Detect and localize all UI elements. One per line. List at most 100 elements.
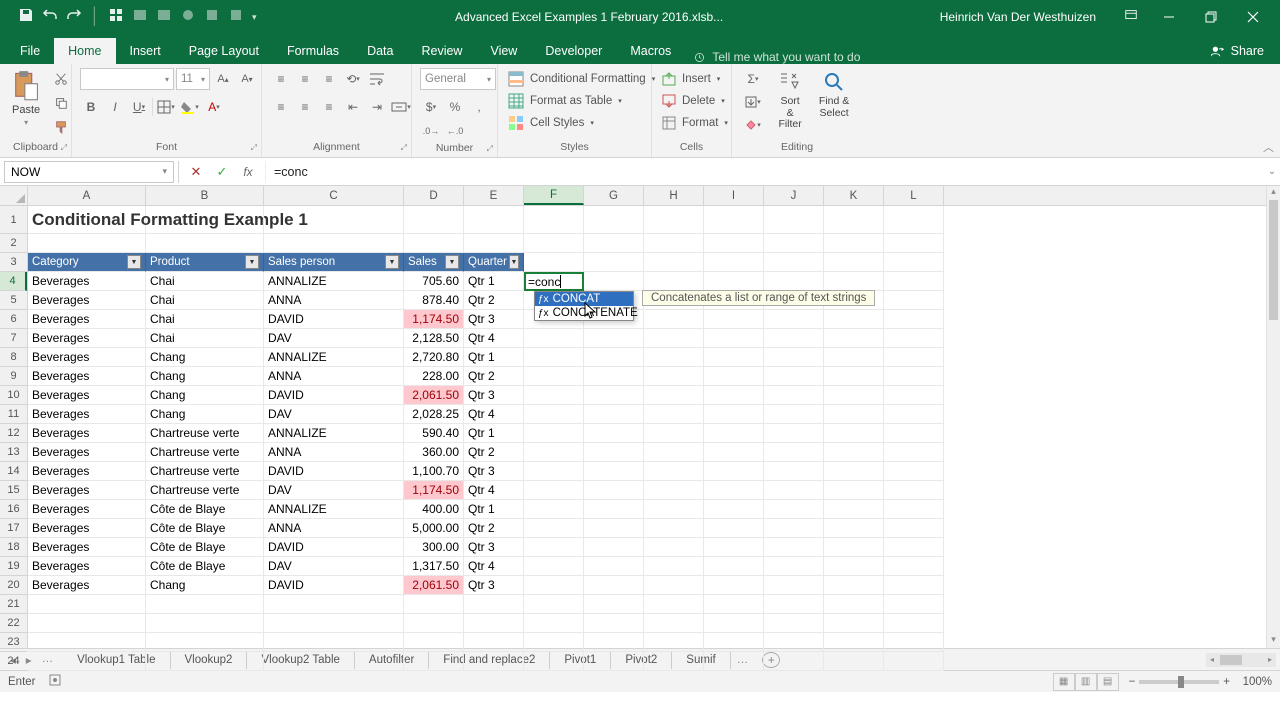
cell[interactable] bbox=[884, 405, 944, 424]
cell[interactable] bbox=[524, 500, 584, 519]
row-header-2[interactable]: 2 bbox=[0, 234, 27, 253]
align-bottom-button[interactable]: ≡ bbox=[318, 68, 340, 90]
horizontal-scrollbar[interactable]: ◂ ▸ bbox=[1206, 653, 1276, 667]
cell[interactable] bbox=[524, 424, 584, 443]
cell[interactable] bbox=[524, 348, 584, 367]
filter-dropdown-icon[interactable]: ▼ bbox=[127, 255, 141, 269]
cell[interactable]: 1,174.50 bbox=[404, 310, 464, 329]
row-header-11[interactable]: 11 bbox=[0, 405, 27, 424]
cell[interactable] bbox=[764, 595, 824, 614]
cell[interactable] bbox=[824, 348, 884, 367]
row-header-10[interactable]: 10 bbox=[0, 386, 27, 405]
cell[interactable]: Qtr 2 bbox=[464, 519, 524, 538]
format-as-table-button[interactable]: Format as Table ▾ bbox=[506, 90, 624, 111]
merge-center-button[interactable]: ▾ bbox=[390, 96, 412, 118]
cell[interactable] bbox=[584, 206, 644, 234]
row-header-13[interactable]: 13 bbox=[0, 443, 27, 462]
cell[interactable] bbox=[884, 424, 944, 443]
cell[interactable]: Beverages bbox=[28, 348, 146, 367]
fill-color-button[interactable]: ▾ bbox=[179, 96, 201, 118]
cell[interactable]: Chai bbox=[146, 329, 264, 348]
filter-dropdown-icon[interactable]: ▼ bbox=[385, 255, 399, 269]
cell[interactable] bbox=[464, 234, 524, 253]
cell[interactable] bbox=[884, 500, 944, 519]
worksheet-grid[interactable]: ABCDEFGHIJKL 123456789101112131415161718… bbox=[0, 186, 1280, 648]
cell[interactable] bbox=[524, 462, 584, 481]
cell[interactable] bbox=[824, 234, 884, 253]
cell[interactable] bbox=[584, 329, 644, 348]
cell[interactable]: DAVID bbox=[264, 462, 404, 481]
column-header-B[interactable]: B bbox=[146, 186, 264, 205]
qat-btn-icon[interactable] bbox=[180, 7, 196, 28]
cell[interactable]: Beverages bbox=[28, 462, 146, 481]
row-header-15[interactable]: 15 bbox=[0, 481, 27, 500]
cell[interactable]: Qtr 4 bbox=[464, 329, 524, 348]
format-cells-button[interactable]: Format ▾ bbox=[660, 112, 730, 133]
qat-btn-icon[interactable] bbox=[204, 7, 220, 28]
cell[interactable] bbox=[146, 633, 264, 652]
cell[interactable] bbox=[824, 500, 884, 519]
ribbon-tab-home[interactable]: Home bbox=[54, 38, 115, 64]
cell[interactable] bbox=[146, 614, 264, 633]
cell[interactable]: Beverages bbox=[28, 481, 146, 500]
cell[interactable] bbox=[704, 253, 764, 272]
cell[interactable] bbox=[264, 206, 404, 234]
cell[interactable] bbox=[884, 557, 944, 576]
cell[interactable]: DAVID bbox=[264, 310, 404, 329]
row-header-18[interactable]: 18 bbox=[0, 538, 27, 557]
cell[interactable] bbox=[884, 386, 944, 405]
ribbon-tab-developer[interactable]: Developer bbox=[531, 38, 616, 64]
cell[interactable] bbox=[584, 500, 644, 519]
cell[interactable]: Beverages bbox=[28, 500, 146, 519]
cell[interactable] bbox=[884, 633, 944, 652]
cell[interactable] bbox=[146, 595, 264, 614]
ribbon-display-icon[interactable] bbox=[1114, 8, 1148, 27]
dialog-launcher-icon[interactable]: ⤢ bbox=[251, 143, 257, 153]
cell[interactable] bbox=[824, 443, 884, 462]
cell[interactable] bbox=[584, 272, 644, 291]
cell[interactable] bbox=[644, 234, 704, 253]
cell[interactable]: DAV bbox=[264, 481, 404, 500]
cell[interactable]: 5,000.00 bbox=[404, 519, 464, 538]
column-header-D[interactable]: D bbox=[404, 186, 464, 205]
cell[interactable] bbox=[584, 367, 644, 386]
cell[interactable] bbox=[704, 538, 764, 557]
cell[interactable]: DAV bbox=[264, 557, 404, 576]
cell[interactable] bbox=[824, 519, 884, 538]
cell[interactable] bbox=[644, 386, 704, 405]
cell[interactable] bbox=[644, 272, 704, 291]
cell[interactable] bbox=[644, 253, 704, 272]
redo-icon[interactable] bbox=[66, 7, 82, 28]
formula-input[interactable]: =conc bbox=[265, 161, 1264, 183]
cell[interactable]: Qtr 1 bbox=[464, 424, 524, 443]
scroll-thumb[interactable] bbox=[1269, 200, 1278, 320]
cell[interactable] bbox=[884, 310, 944, 329]
cell[interactable] bbox=[264, 633, 404, 652]
increase-indent-button[interactable]: ⇥ bbox=[366, 96, 388, 118]
cell[interactable] bbox=[644, 576, 704, 595]
cell[interactable] bbox=[146, 234, 264, 253]
cell[interactable] bbox=[644, 633, 704, 652]
row-headers[interactable]: 123456789101112131415161718192021222324 bbox=[0, 206, 28, 648]
row-header-14[interactable]: 14 bbox=[0, 462, 27, 481]
cell[interactable] bbox=[28, 595, 146, 614]
cell[interactable] bbox=[524, 481, 584, 500]
cell[interactable]: Qtr 4 bbox=[464, 405, 524, 424]
cell[interactable]: ANNA bbox=[264, 443, 404, 462]
table-header-category[interactable]: Category▼ bbox=[28, 253, 146, 272]
cell[interactable] bbox=[884, 462, 944, 481]
cell[interactable] bbox=[464, 206, 524, 234]
align-center-button[interactable]: ≡ bbox=[294, 96, 316, 118]
cell[interactable] bbox=[764, 386, 824, 405]
cell[interactable] bbox=[824, 424, 884, 443]
vertical-scrollbar[interactable]: ▴ ▾ bbox=[1266, 186, 1280, 648]
cell[interactable] bbox=[824, 614, 884, 633]
cell[interactable]: 2,061.50 bbox=[404, 576, 464, 595]
cell-styles-button[interactable]: Cell Styles ▾ bbox=[506, 112, 596, 133]
cell[interactable] bbox=[824, 253, 884, 272]
cell[interactable] bbox=[584, 576, 644, 595]
cell[interactable] bbox=[764, 424, 824, 443]
enter-formula-button[interactable]: ✓ bbox=[209, 161, 235, 183]
increase-decimal-button[interactable]: .0→ bbox=[420, 120, 442, 142]
cell[interactable] bbox=[824, 272, 884, 291]
